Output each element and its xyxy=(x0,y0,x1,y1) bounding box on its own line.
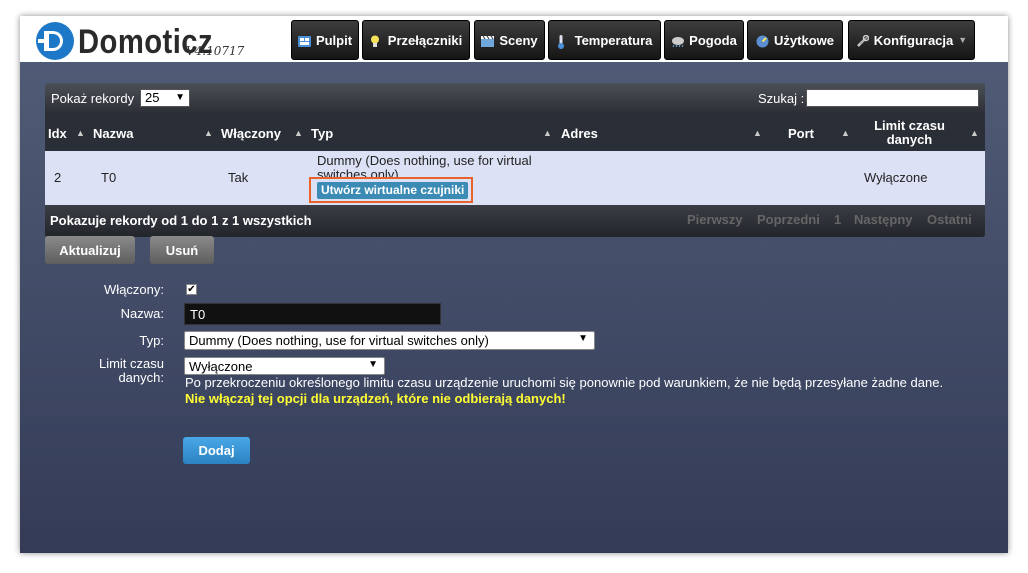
page-prev[interactable]: Poprzedni xyxy=(757,212,820,227)
dropdown-arrow-icon: ▼ xyxy=(368,359,378,370)
show-records-label: Pokaż rekordy xyxy=(51,91,135,106)
nav-label: Pulpit xyxy=(315,32,353,48)
lightbulb-icon xyxy=(370,35,383,47)
nav-pogoda[interactable]: Pogoda xyxy=(664,20,744,60)
limit-select-value: Wyłączone xyxy=(189,359,253,374)
hardware-table: Pokaż rekordy 25 ▼ Szukaj : Idx ▲ Nazwa ▲… xyxy=(45,83,985,237)
nav-label: Użytkowe xyxy=(774,32,834,48)
wrench-icon xyxy=(856,34,870,47)
row-name: T0 xyxy=(101,170,117,185)
chevron-down-icon: ▼ xyxy=(958,35,968,45)
name-label: Nazwa: xyxy=(120,306,164,321)
clapper-icon xyxy=(481,35,495,47)
name-input[interactable]: T0 xyxy=(184,303,441,325)
sort-icon: ▲ xyxy=(543,128,552,138)
page-first[interactable]: Pierwszy xyxy=(687,212,743,227)
brand-version: V4.10717 xyxy=(186,44,245,58)
enabled-checkbox[interactable]: ✔ xyxy=(186,284,197,295)
type-label: Typ: xyxy=(139,333,164,348)
limit-help-text: Po przekroczeniu określonego limitu czas… xyxy=(185,375,944,390)
domoticz-logo-icon xyxy=(36,22,74,60)
row-idx: 2 xyxy=(54,170,62,185)
row-limit: Wyłączone xyxy=(864,170,928,185)
sort-icon: ▲ xyxy=(294,128,303,138)
limit-warning-text: Nie włączaj tej opcji dla urządzeń, któr… xyxy=(185,391,566,406)
nav-label: Przełączniki xyxy=(387,32,463,48)
app-window: Domoticz V4.10717 Pulpit Przełączniki Sc… xyxy=(20,16,1008,553)
add-button[interactable]: Dodaj xyxy=(183,437,250,464)
sort-icon: ▲ xyxy=(76,128,85,138)
row-enabled: Tak xyxy=(228,170,249,185)
create-virtual-sensors-button[interactable]: Utwórz wirtualne czujniki xyxy=(317,182,469,199)
search-input[interactable] xyxy=(806,89,979,107)
nav-temperatura[interactable]: Temperatura xyxy=(548,20,661,60)
type-select[interactable]: Dummy (Does nothing, use for virtual swi… xyxy=(184,331,595,350)
table-toolbar: Pokaż rekordy 25 ▼ Szukaj : xyxy=(45,83,985,115)
delete-button[interactable]: Usuń xyxy=(150,236,214,264)
col-nazwa[interactable]: Nazwa xyxy=(93,115,133,151)
show-records-value: 25 xyxy=(145,90,160,105)
table-row[interactable]: 2 T0 Tak Dummy (Does nothing, use for vi… xyxy=(45,151,985,205)
dropdown-arrow-icon: ▼ xyxy=(175,92,185,103)
gauge-icon xyxy=(756,35,769,47)
table-footer: Pokazuje rekordy od 1 do 1 z 1 wszystkic… xyxy=(45,205,985,237)
limit-select[interactable]: Wyłączone ▼ xyxy=(184,357,385,375)
col-limit[interactable]: Limit czasu danych xyxy=(857,115,962,151)
nav-uzytkowe[interactable]: Użytkowe xyxy=(747,20,843,60)
dropdown-arrow-icon: ▼ xyxy=(578,333,588,344)
nav-label: Temperatura xyxy=(574,32,653,48)
col-adres[interactable]: Adres xyxy=(561,115,598,151)
page-next[interactable]: Następny xyxy=(854,212,913,227)
sort-icon: ▲ xyxy=(204,128,213,138)
nav-sceny[interactable]: Sceny xyxy=(474,20,545,60)
type-select-value: Dummy (Does nothing, use for virtual swi… xyxy=(189,333,489,348)
page-current[interactable]: 1 xyxy=(834,212,841,227)
col-idx[interactable]: Idx xyxy=(48,115,67,151)
header-bar: Domoticz V4.10717 Pulpit Przełączniki Sc… xyxy=(20,16,1008,62)
row-type: Dummy (Does nothing, use for virtual swi… xyxy=(317,154,532,178)
show-records-select[interactable]: 25 ▼ xyxy=(140,89,190,107)
col-port[interactable]: Port xyxy=(788,115,814,151)
search-label: Szukaj : xyxy=(758,91,805,106)
nav-konfiguracja[interactable]: Konfiguracja ▼ xyxy=(848,20,975,60)
enabled-label: Włączony: xyxy=(104,282,164,297)
limit-label: Limit czasu danych: xyxy=(98,356,164,385)
nav-label: Pogoda xyxy=(689,32,737,48)
sort-icon: ▲ xyxy=(970,128,979,138)
col-wlaczony[interactable]: Włączony xyxy=(221,115,281,151)
table-header: Idx ▲ Nazwa ▲ Włączony ▲ Typ ▲ Adres ▲ P… xyxy=(45,115,985,151)
sort-icon: ▲ xyxy=(753,128,762,138)
nav-pulpit[interactable]: Pulpit xyxy=(291,20,359,60)
records-info: Pokazuje rekordy od 1 do 1 z 1 wszystkic… xyxy=(50,213,312,228)
dashboard-icon xyxy=(297,35,311,47)
nav-label: Sceny xyxy=(499,32,538,48)
thermometer-icon xyxy=(557,34,570,49)
nav-przelaczniki[interactable]: Przełączniki xyxy=(362,20,470,60)
sort-icon: ▲ xyxy=(841,128,850,138)
update-button[interactable]: Aktualizuj xyxy=(45,236,135,264)
cloud-icon xyxy=(671,35,685,47)
col-typ[interactable]: Typ xyxy=(311,115,333,151)
page-last[interactable]: Ostatni xyxy=(927,212,972,227)
nav-label: Konfiguracja xyxy=(873,32,954,48)
